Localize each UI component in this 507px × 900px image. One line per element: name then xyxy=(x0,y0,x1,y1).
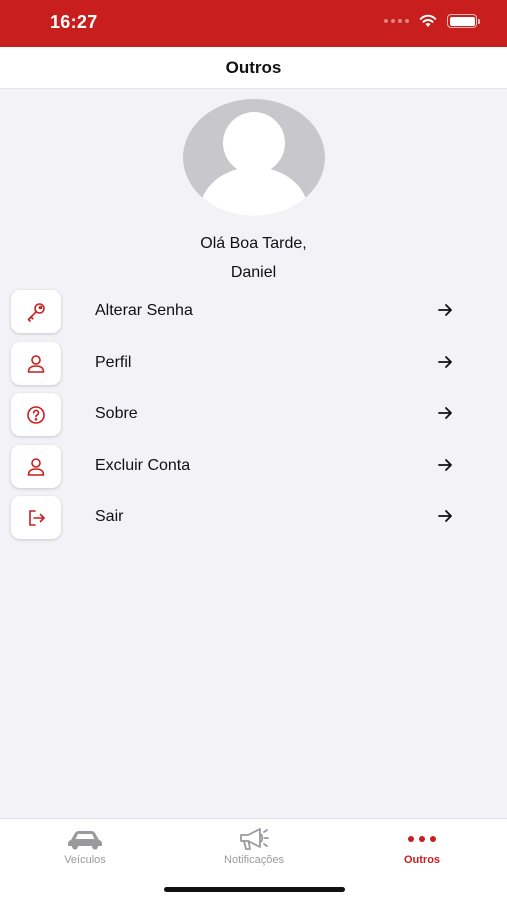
avatar xyxy=(183,99,325,216)
tab-veiculos[interactable]: Veículos xyxy=(25,819,145,879)
user-icon xyxy=(11,445,61,488)
arrow-right-icon xyxy=(438,407,452,419)
menu-item-excluir-conta[interactable]: Excluir Conta xyxy=(0,445,507,491)
tab-outros[interactable]: Outros xyxy=(362,819,482,879)
logout-icon xyxy=(11,496,61,539)
greeting-text: Olá Boa Tarde, xyxy=(200,235,307,252)
more-dots-icon xyxy=(362,825,482,853)
status-icons xyxy=(384,14,480,28)
menu-item-label: Excluir Conta xyxy=(95,457,191,474)
nav-bar: Outros xyxy=(0,47,507,89)
tab-label: Notificações xyxy=(224,854,284,866)
arrow-right-icon xyxy=(438,304,452,316)
status-bar: 16:27 xyxy=(0,0,507,47)
menu-item-perfil[interactable]: Perfil xyxy=(0,342,507,388)
arrow-right-icon xyxy=(438,459,452,471)
menu-item-label: Sobre xyxy=(95,405,138,422)
menu-item-label: Alterar Senha xyxy=(95,302,193,319)
arrow-right-icon xyxy=(438,510,452,522)
tab-label: Outros xyxy=(403,854,441,866)
user-placeholder-icon xyxy=(200,112,308,216)
menu-item-sobre[interactable]: Sobre xyxy=(0,393,507,439)
home-indicator[interactable] xyxy=(164,887,345,892)
arrow-right-icon xyxy=(438,356,452,368)
user-icon xyxy=(11,342,61,385)
menu-item-alterar-senha[interactable]: Alterar Senha xyxy=(0,290,507,336)
key-icon xyxy=(11,290,61,333)
tab-label: Veículos xyxy=(64,854,106,866)
megaphone-icon xyxy=(194,825,314,853)
menu-item-sair[interactable]: Sair xyxy=(0,496,507,542)
signal-icon xyxy=(384,19,409,23)
status-time: 16:27 xyxy=(50,12,98,32)
user-name: Daniel xyxy=(230,264,277,281)
wifi-icon xyxy=(419,14,437,27)
tab-notificacoes[interactable]: Notificações xyxy=(194,819,314,879)
car-icon xyxy=(25,825,145,853)
menu-item-label: Perfil xyxy=(95,354,132,371)
battery-icon xyxy=(447,14,480,28)
page-title: Outros xyxy=(225,57,282,77)
help-circle-icon xyxy=(11,393,61,436)
menu-item-label: Sair xyxy=(95,508,124,525)
